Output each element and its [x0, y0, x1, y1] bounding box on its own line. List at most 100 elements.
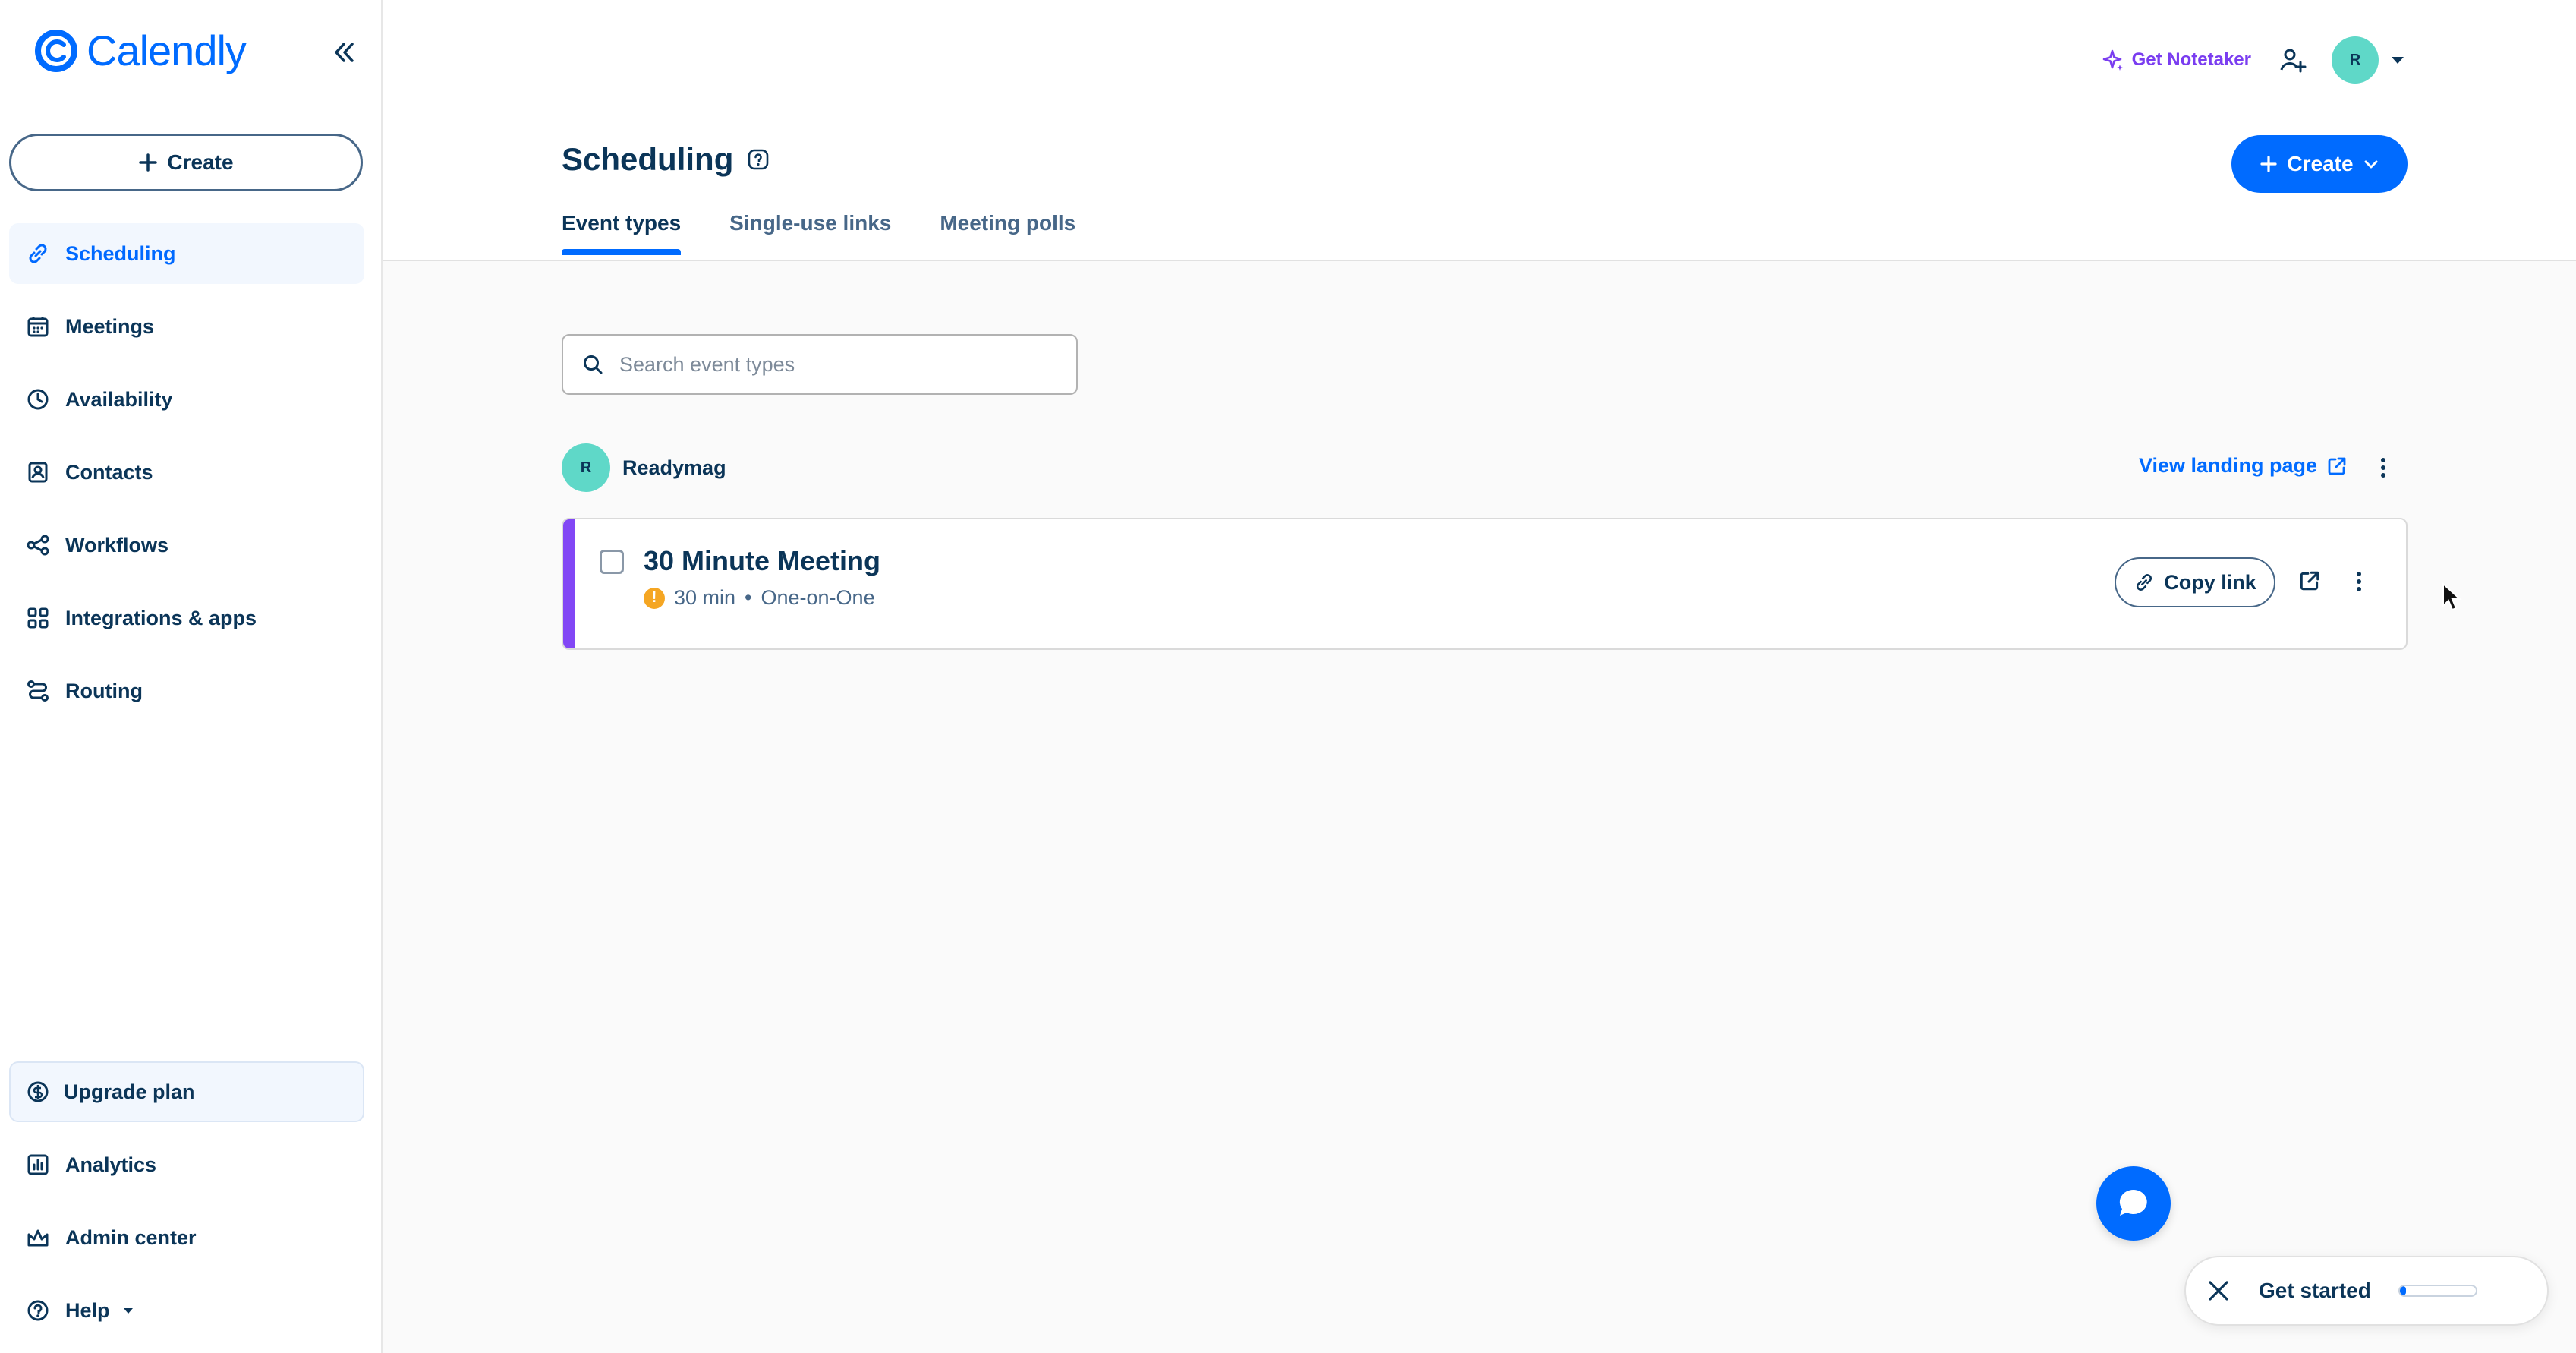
sidebar-item-label: Routing: [65, 679, 143, 702]
double-chevron-left-icon: [335, 43, 354, 62]
kebab-menu-icon: [2357, 572, 2361, 591]
event-kind: One-on-One: [761, 586, 875, 609]
progress-fill: [2399, 1286, 2406, 1295]
help-icon: [24, 1297, 52, 1324]
external-link-icon: [2328, 457, 2346, 475]
sidebar-item-scheduling[interactable]: Scheduling: [9, 223, 364, 284]
help-tooltip-button[interactable]: [747, 148, 770, 171]
account-menu[interactable]: R: [2332, 36, 2406, 84]
sidebar-item-contacts[interactable]: Contacts: [9, 442, 364, 503]
page-title: Scheduling: [562, 141, 770, 178]
sidebar-item-label: Contacts: [65, 460, 153, 484]
create-button[interactable]: Create: [2231, 135, 2408, 193]
tab-event-types[interactable]: Event types: [562, 211, 682, 255]
sidebar-item-label: Availability: [65, 387, 173, 411]
event-duration: 30 min: [674, 586, 736, 609]
tabs: Event types Single-use links Meeting pol…: [562, 211, 1075, 255]
sidebar-item-label: Help: [65, 1298, 110, 1322]
open-event-page-button[interactable]: [2298, 569, 2321, 592]
question-icon: [748, 149, 769, 170]
sidebar-item-label: Workflows: [65, 533, 169, 557]
chart-icon: [24, 1151, 52, 1178]
caret-down-icon: [123, 1308, 133, 1314]
view-landing-page-link[interactable]: View landing page: [2139, 454, 2348, 478]
sidebar-item-help[interactable]: Help: [9, 1280, 364, 1341]
sparkle-icon: [2102, 49, 2123, 71]
contact-icon: [24, 459, 52, 486]
crown-icon: [24, 1224, 52, 1251]
get-started-progress: [2398, 1285, 2477, 1297]
warning-icon: !: [644, 587, 665, 609]
sidebar-item-availability[interactable]: Availability: [9, 369, 364, 430]
create-button-label: Create: [2287, 152, 2354, 175]
event-type-card[interactable]: 30 Minute Meeting ! 30 min • One-on-One …: [562, 518, 2408, 650]
sidebar-item-label: Analytics: [65, 1153, 157, 1176]
page-title-text: Scheduling: [562, 141, 734, 177]
kebab-menu-icon: [2381, 458, 2385, 478]
close-get-started-button[interactable]: [2206, 1278, 2231, 1304]
plus-icon: [2260, 156, 2278, 172]
copy-link-button[interactable]: Copy link: [2115, 557, 2275, 607]
invite-user-button[interactable]: [2278, 46, 2307, 74]
calendly-logo-icon: [35, 29, 77, 72]
chat-support-button[interactable]: [2096, 1166, 2171, 1241]
org-avatar: R: [562, 443, 610, 492]
sidebar-item-integrations[interactable]: Integrations & apps: [9, 588, 364, 648]
event-title[interactable]: 30 Minute Meeting: [644, 545, 880, 577]
link-icon: [2137, 574, 2152, 591]
clock-icon: [24, 386, 52, 413]
routing-icon: [24, 677, 52, 705]
sidebar-item-routing[interactable]: Routing: [9, 661, 364, 721]
avatar: R: [2332, 36, 2379, 84]
get-started-label: Get started: [2259, 1279, 2371, 1302]
view-landing-page-label: View landing page: [2139, 454, 2318, 477]
event-select-checkbox[interactable]: [600, 550, 624, 574]
event-meta: ! 30 min • One-on-One: [644, 586, 875, 610]
sidebar-item-label: Admin center: [65, 1225, 197, 1249]
add-user-icon: [2280, 49, 2307, 73]
top-bar-actions: Get Notetaker R: [2102, 36, 2406, 84]
search-input[interactable]: [618, 352, 1046, 377]
sidebar-create-button[interactable]: Create: [9, 134, 363, 191]
external-link-icon: [2300, 571, 2319, 591]
copy-link-label: Copy link: [2164, 570, 2256, 594]
chat-bubble-icon: [2119, 1189, 2147, 1216]
organization-header: R Readymag: [562, 443, 726, 492]
grid-icon: [24, 604, 52, 632]
chevron-down-icon: [2364, 160, 2378, 169]
sidebar-item-admin-center[interactable]: Admin center: [9, 1207, 364, 1268]
sidebar-item-meetings[interactable]: Meetings: [9, 296, 364, 357]
upgrade-plan-button[interactable]: Upgrade plan: [9, 1061, 364, 1122]
sidebar-item-label: Meetings: [65, 314, 155, 338]
tab-single-use-links[interactable]: Single-use links: [729, 211, 891, 255]
dollar-icon: [26, 1080, 50, 1104]
sidebar: Calendly Create Scheduling Meetings Avai…: [0, 0, 383, 1353]
get-started-widget[interactable]: Get started: [2184, 1256, 2549, 1326]
sidebar-item-label: Integrations & apps: [65, 606, 257, 629]
logo-text: Calendly: [87, 27, 247, 74]
calendar-icon: [24, 313, 52, 340]
caret-down-icon: [2392, 57, 2404, 64]
mouse-cursor: [2441, 582, 2462, 612]
org-more-options-button[interactable]: [2373, 454, 2394, 481]
close-icon: [2209, 1281, 2228, 1301]
link-icon: [24, 240, 52, 267]
header-divider: [383, 260, 2576, 261]
meta-separator: •: [745, 586, 752, 609]
search-icon: [584, 355, 603, 374]
event-more-options-button[interactable]: [2348, 568, 2370, 595]
sidebar-item-label: Scheduling: [65, 241, 176, 265]
cursor-arrow-icon: [2442, 582, 2462, 611]
tab-meeting-polls[interactable]: Meeting polls: [940, 211, 1075, 255]
upgrade-plan-label: Upgrade plan: [64, 1080, 195, 1103]
get-notetaker-label: Get Notetaker: [2131, 49, 2251, 70]
event-color-stripe: [563, 519, 575, 648]
search-box: [562, 334, 1078, 395]
org-name: Readymag: [622, 456, 726, 479]
get-notetaker-link[interactable]: Get Notetaker: [2102, 49, 2251, 71]
sidebar-item-workflows[interactable]: Workflows: [9, 515, 364, 576]
collapse-sidebar-button[interactable]: [331, 39, 357, 65]
sidebar-create-label: Create: [167, 150, 234, 174]
calendly-logo[interactable]: Calendly: [33, 26, 247, 75]
sidebar-item-analytics[interactable]: Analytics: [9, 1134, 364, 1195]
